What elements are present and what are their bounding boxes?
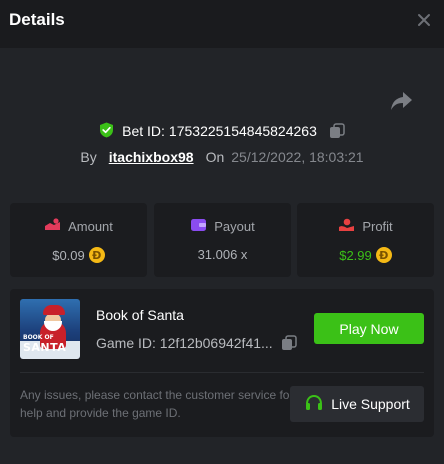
username-link[interactable]: itachixbox98 bbox=[109, 149, 194, 165]
payout-label: Payout bbox=[214, 219, 255, 234]
game-id-row: Game ID: 12f12b06942f41... bbox=[96, 335, 297, 351]
game-name: Book of Santa bbox=[96, 307, 184, 323]
close-icon[interactable] bbox=[412, 8, 436, 32]
live-support-label: Live Support bbox=[331, 396, 410, 412]
game-id-value: 12f12b06942f41... bbox=[159, 335, 273, 351]
bet-byline: By itachixbox98 On 25/12/2022, 18:03:21 bbox=[0, 147, 444, 167]
thumbnail-title-line2: SANTA bbox=[23, 341, 67, 354]
play-now-button[interactable]: Play Now bbox=[314, 313, 424, 344]
bet-stats: Amount $0.09 Ð Payout 31.006 x Profit $2… bbox=[10, 203, 434, 277]
details-header: Details bbox=[0, 0, 444, 48]
amount-stat: Amount $0.09 Ð bbox=[10, 203, 147, 277]
bet-id-value: 1753225154845824263 bbox=[168, 123, 317, 139]
coin-icon: Ð bbox=[88, 247, 105, 263]
shield-check-icon bbox=[99, 122, 114, 141]
bet-datetime: 25/12/2022, 18:03:21 bbox=[231, 149, 364, 165]
share-icon[interactable] bbox=[390, 90, 414, 112]
profit-label: Profit bbox=[362, 219, 393, 234]
live-support-button[interactable]: Live Support bbox=[290, 386, 424, 422]
game-thumbnail[interactable]: BOOK OF SANTA bbox=[20, 299, 80, 359]
copy-bet-id-icon[interactable] bbox=[329, 123, 345, 139]
payout-icon bbox=[190, 218, 207, 235]
support-message: Any issues, please contact the customer … bbox=[20, 388, 294, 420]
amount-icon bbox=[44, 218, 61, 235]
amount-label: Amount bbox=[68, 219, 113, 234]
thumbnail-title-line1: BOOK OF bbox=[23, 334, 54, 341]
game-id-label: Game ID: bbox=[96, 335, 156, 351]
payout-value: 31.006 x bbox=[197, 247, 248, 262]
amount-value: $0.09 bbox=[52, 247, 85, 263]
game-card: BOOK OF SANTA Book of Santa Game ID: 12f… bbox=[10, 289, 434, 437]
by-label: By bbox=[80, 149, 97, 165]
coin-icon: Ð bbox=[375, 247, 392, 263]
divider bbox=[20, 372, 424, 373]
bet-id-line: Bet ID: 1753225154845824263 bbox=[0, 120, 444, 142]
profit-icon bbox=[338, 218, 355, 235]
headset-icon bbox=[304, 393, 324, 416]
payout-stat: Payout 31.006 x bbox=[154, 203, 291, 277]
copy-game-id-icon[interactable] bbox=[281, 335, 297, 351]
bet-id-label: Bet ID: bbox=[122, 123, 165, 139]
details-title: Details bbox=[9, 10, 65, 29]
on-label: On bbox=[205, 149, 225, 165]
profit-stat: Profit $2.99 Ð bbox=[297, 203, 434, 277]
profit-value: $2.99 bbox=[339, 247, 372, 263]
